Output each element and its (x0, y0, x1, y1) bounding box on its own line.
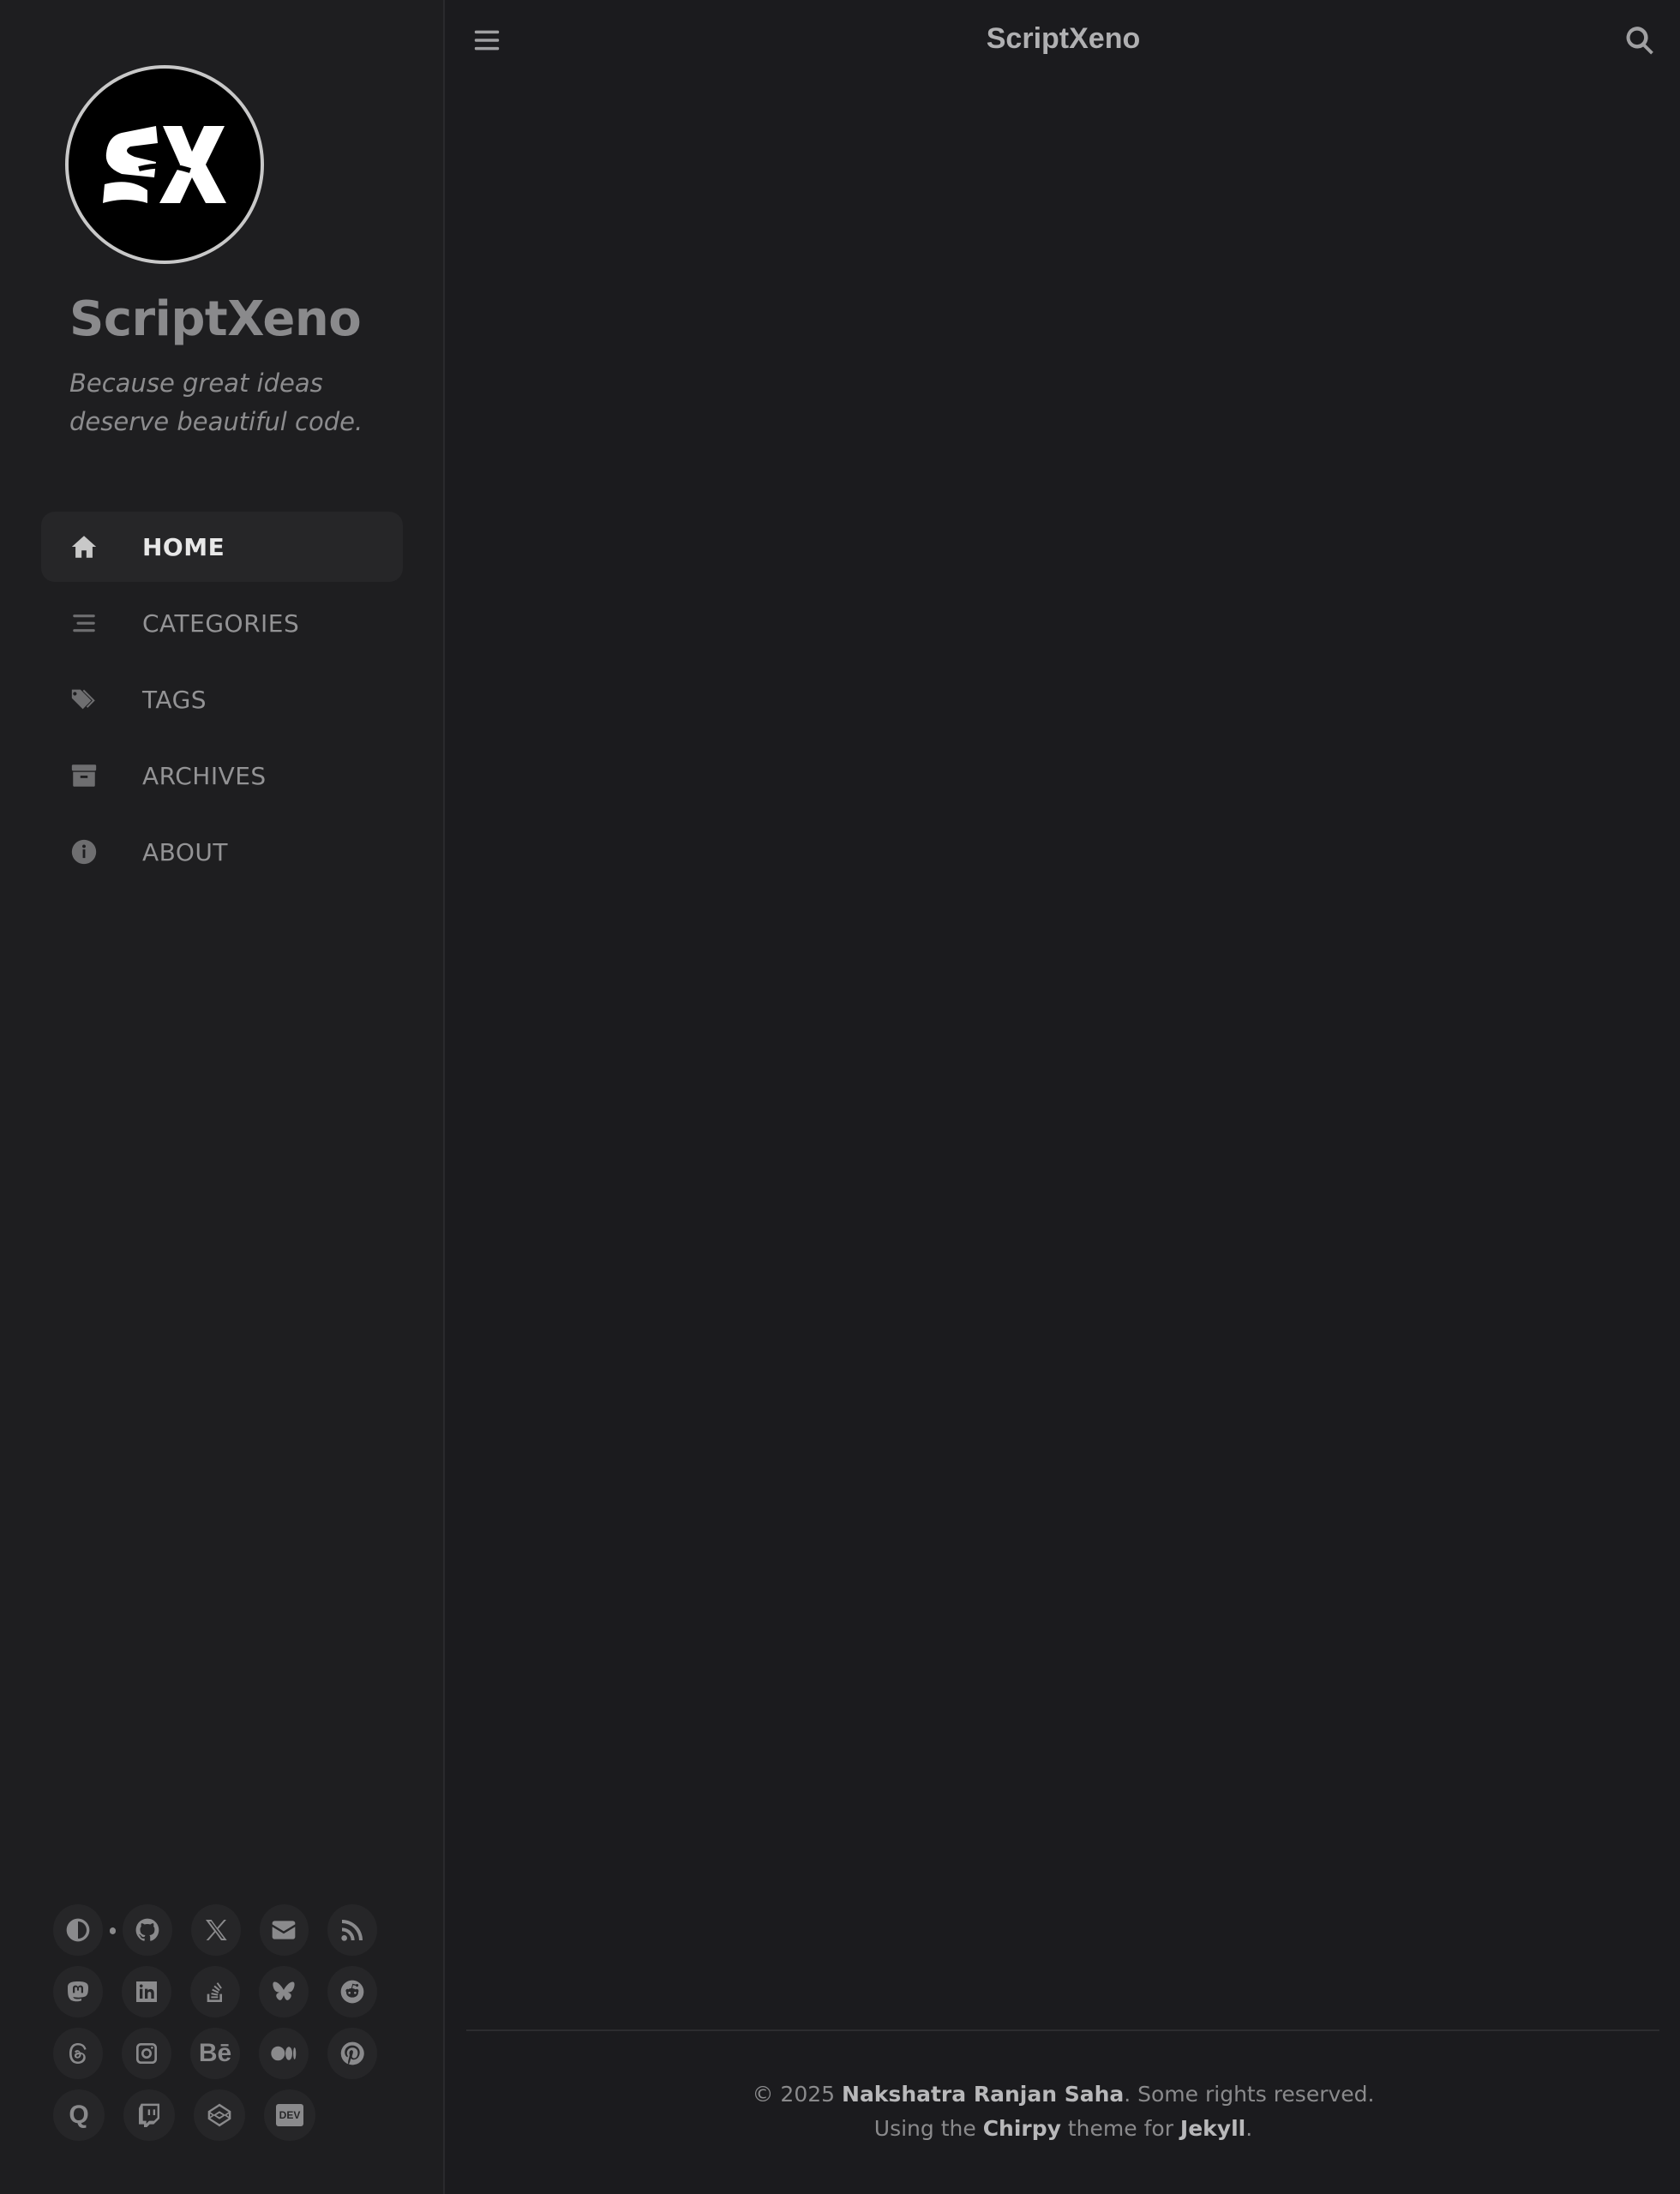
rss-icon[interactable] (327, 1904, 377, 1956)
copyright-prefix: © 2025 (752, 2082, 843, 2107)
mastodon-icon[interactable] (53, 1966, 103, 2017)
nav-item-label: ARCHIVES (142, 761, 267, 790)
theme-for: theme for (1060, 2116, 1180, 2141)
footer-copyright: © 2025 Nakshatra Ranjan Saha. Some right… (447, 2077, 1680, 2112)
site-title[interactable]: ScriptXeno (69, 291, 362, 347)
reddit-icon[interactable] (327, 1966, 377, 2017)
github-icon[interactable] (123, 1904, 172, 1956)
nav-item-label: HOME (142, 532, 225, 561)
search-icon[interactable] (1623, 24, 1656, 57)
nav-item-label: CATEGORIES (142, 608, 300, 638)
stream-icon (69, 608, 99, 638)
dev-icon[interactable]: DEV (264, 2089, 315, 2141)
author-link[interactable]: Nakshatra Ranjan Saha (842, 2082, 1124, 2107)
theme-toggle-icon[interactable] (53, 1904, 103, 1956)
bluesky-icon[interactable] (259, 1966, 309, 2017)
threads-icon[interactable] (53, 2028, 103, 2079)
twitch-icon[interactable] (123, 2089, 175, 2141)
sidebar-nav: HOME CATEGORIES TAGS ARCHIVES ABOUT (41, 512, 403, 893)
sidebar: ScriptXeno Because great ideas deserve b… (0, 0, 445, 2194)
linkedin-icon[interactable] (122, 1966, 171, 2017)
nav-item-label: ABOUT (142, 837, 229, 866)
topbar: ScriptXeno (447, 0, 1680, 82)
instagram-icon[interactable] (122, 2028, 171, 2079)
nav-item-tags[interactable]: TAGS (41, 664, 403, 734)
theme-link[interactable]: Chirpy (983, 2116, 1061, 2141)
footer-divider (466, 2029, 1659, 2031)
medium-icon[interactable] (259, 2028, 309, 2079)
copyright-suffix: . Some rights reserved. (1124, 2082, 1375, 2107)
footer-period: . (1245, 2116, 1253, 2141)
using-prefix: Using the (873, 2116, 983, 2141)
email-icon[interactable] (259, 1904, 309, 1956)
info-circle-icon (69, 836, 99, 867)
nav-item-categories[interactable]: CATEGORIES (41, 588, 403, 658)
nav-item-archives[interactable]: ARCHIVES (41, 740, 403, 811)
behance-icon[interactable]: Bē (190, 2028, 240, 2079)
site-logo (103, 126, 226, 203)
x-twitter-icon[interactable] (191, 1904, 241, 1956)
footer-theme-credit: Using the Chirpy theme for Jekyll. (447, 2112, 1680, 2146)
codepen-icon[interactable] (194, 2089, 245, 2141)
topbar-title: ScriptXeno (986, 22, 1141, 55)
stack-overflow-icon[interactable] (190, 1966, 240, 2017)
separator-dot (109, 1927, 117, 1934)
home-icon (69, 531, 99, 562)
social-links: Bē Q DEV (53, 1904, 396, 2151)
footer: © 2025 Nakshatra Ranjan Saha. Some right… (447, 2077, 1680, 2146)
avatar[interactable] (65, 65, 264, 264)
dev-badge: DEV (275, 2104, 304, 2126)
tags-icon (69, 684, 99, 715)
nav-item-home[interactable]: HOME (41, 512, 403, 582)
engine-link[interactable]: Jekyll (1180, 2116, 1245, 2141)
pinterest-icon[interactable] (327, 2028, 377, 2079)
archive-icon (69, 760, 99, 791)
nav-item-about[interactable]: ABOUT (41, 817, 403, 887)
quora-icon[interactable]: Q (53, 2089, 105, 2141)
nav-item-label: TAGS (142, 685, 207, 714)
site-subtitle: Because great ideas deserve beautiful co… (69, 369, 363, 436)
